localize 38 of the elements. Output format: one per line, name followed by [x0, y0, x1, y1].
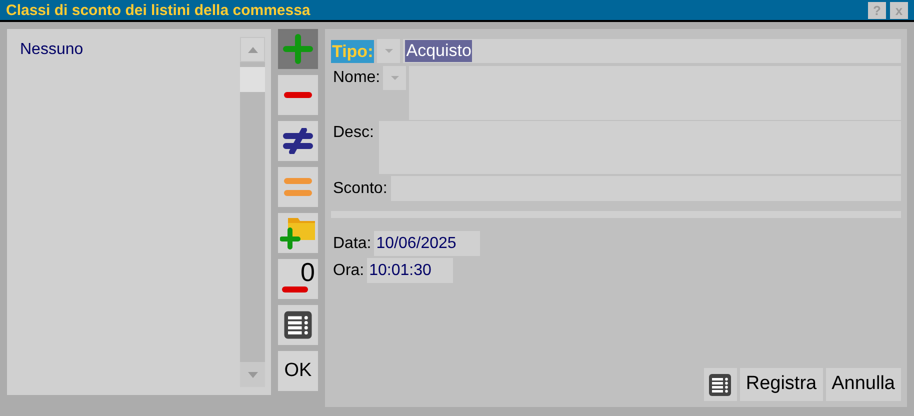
minus-icon: [283, 91, 313, 99]
zero-button[interactable]: 0: [278, 259, 318, 299]
list-button[interactable]: [704, 368, 737, 401]
window-title: Classi di sconto dei listini della commessa: [6, 2, 310, 18]
dropdown-field[interactable]: Acquisto: [403, 39, 901, 63]
folder-plus-icon: [280, 216, 316, 250]
remove-button[interactable]: [278, 75, 318, 115]
date-field[interactable]: 10/06/2025: [374, 231, 480, 256]
add-button[interactable]: [278, 29, 318, 69]
field-label: Ora:: [333, 260, 364, 280]
list-button[interactable]: [278, 305, 318, 345]
time-field[interactable]: 10:01:30: [367, 258, 454, 283]
field-label: Nome:: [332, 68, 380, 88]
scroll-down-icon[interactable]: [240, 362, 265, 387]
save-button[interactable]: Registra: [740, 368, 823, 401]
scrollbar[interactable]: [240, 37, 265, 387]
add-folder-button[interactable]: [278, 213, 318, 253]
scroll-thumb[interactable]: [240, 67, 265, 92]
ok-button[interactable]: OK: [278, 351, 318, 391]
caret-icon: [390, 76, 399, 80]
cancel-button[interactable]: Annulla: [826, 368, 901, 401]
not-equal-button[interactable]: [278, 121, 318, 161]
equal-icon: [283, 177, 313, 197]
field-label: Sconto:: [332, 178, 388, 198]
dropdown-button[interactable]: [383, 66, 406, 90]
list-item[interactable]: Nessuno: [20, 39, 84, 61]
field-label: Desc:: [332, 123, 374, 143]
list-icon: [708, 372, 732, 396]
minus-icon: [282, 286, 308, 293]
field-label: Data:: [333, 234, 372, 254]
list-icon: [283, 310, 313, 340]
scroll-up-icon[interactable]: [240, 37, 265, 62]
not-equal-icon: [282, 128, 314, 154]
plus-icon: [283, 34, 313, 64]
dropdown-button[interactable]: [377, 39, 400, 63]
equal-button[interactable]: [278, 167, 318, 207]
field-label: Tipo:: [331, 40, 374, 62]
caret-icon: [384, 49, 393, 53]
